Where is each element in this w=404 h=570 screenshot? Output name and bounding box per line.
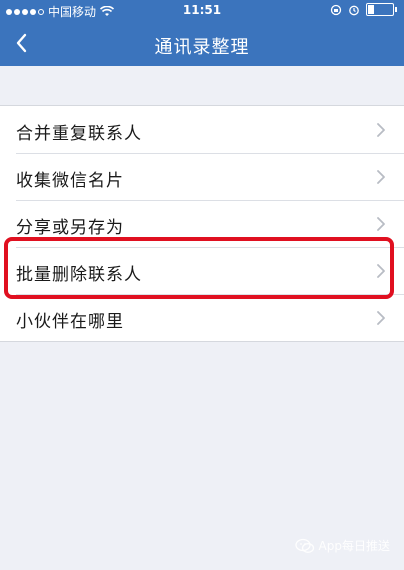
status-bar: 中国移动 11:51 xyxy=(0,0,404,20)
status-right xyxy=(330,3,397,16)
menu-item-merge-duplicates[interactable]: 合并重复联系人 xyxy=(0,106,404,153)
watermark-text: App每日推送 xyxy=(318,539,390,553)
rotation-lock-icon xyxy=(330,4,342,15)
chevron-right-icon xyxy=(377,217,385,231)
battery-icon xyxy=(366,3,397,16)
chevron-right-icon xyxy=(377,264,385,278)
chevron-right-icon xyxy=(377,311,385,325)
menu-item-label: 分享或另存为 xyxy=(16,218,124,238)
menu-list: 合并重复联系人 收集微信名片 分享或另存为 批量删除联系人 小伙伴在哪里 xyxy=(0,105,404,342)
chevron-right-icon xyxy=(377,170,385,184)
menu-item-share-or-save[interactable]: 分享或另存为 xyxy=(0,200,404,247)
menu-item-label: 收集微信名片 xyxy=(16,171,124,191)
menu-item-collect-wechat-cards[interactable]: 收集微信名片 xyxy=(0,153,404,200)
menu-item-label: 合并重复联系人 xyxy=(16,124,142,144)
watermark: App每日推送 xyxy=(294,537,390,554)
menu-item-label: 批量删除联系人 xyxy=(16,265,142,285)
wechat-icon xyxy=(294,538,314,553)
menu-item-batch-delete[interactable]: 批量删除联系人 xyxy=(0,247,404,294)
chevron-right-icon xyxy=(377,123,385,137)
alarm-icon xyxy=(349,5,359,15)
nav-bar: 通讯录整理 xyxy=(0,20,404,66)
menu-item-label: 小伙伴在哪里 xyxy=(16,312,124,332)
menu-item-find-friends[interactable]: 小伙伴在哪里 xyxy=(0,294,404,341)
page-title: 通讯录整理 xyxy=(154,37,250,58)
